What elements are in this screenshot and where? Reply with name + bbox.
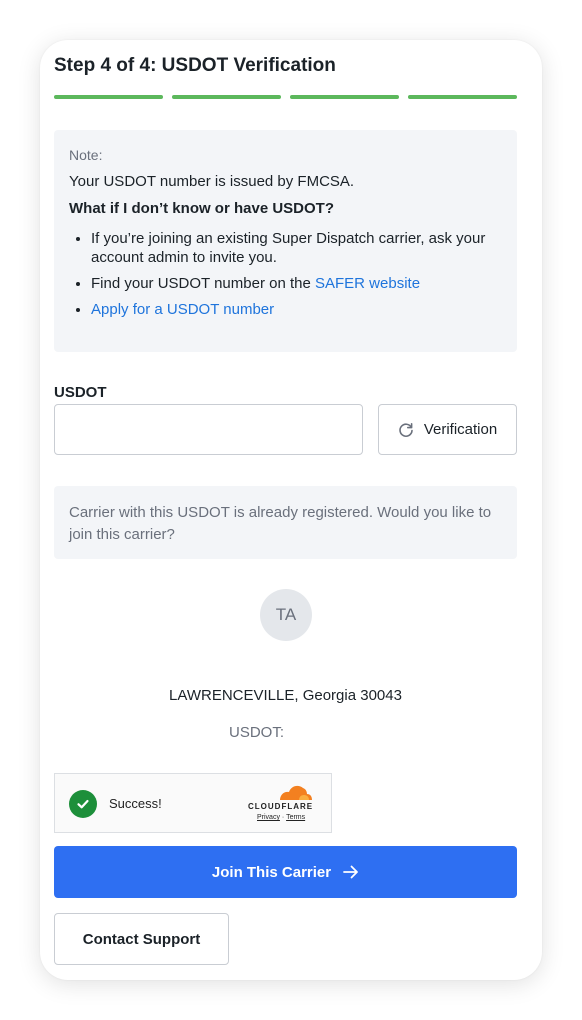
captcha-status: Success! [109,796,162,811]
carrier-location: LAWRENCEVILLE, Georgia 30043 [169,687,402,704]
cloudflare-captcha[interactable]: Success! CLOUDFLARE Privacy · Terms [54,773,332,833]
join-carrier-button[interactable]: Join This Carrier [54,846,517,898]
privacy-link[interactable]: Privacy [257,814,280,821]
progress-step-1 [54,95,163,99]
note-question: What if I don’t know or have USDOT? [69,200,334,217]
avatar: TA [260,589,312,641]
verification-button[interactable]: Verification [378,404,517,455]
note-bullet-apply: Apply for a USDOT number [91,300,502,319]
note-bullet-invite: If you’re joining an existing Super Disp… [91,229,502,267]
contact-support-button[interactable]: Contact Support [54,913,229,965]
verification-card: Step 4 of 4: USDOT Verification Note: Yo… [40,40,542,980]
progress-step-3 [290,95,399,99]
progress-bar [54,95,517,99]
progress-step-2 [172,95,281,99]
note-label: Note: [69,147,103,163]
terms-link[interactable]: Terms [286,814,305,821]
cloudflare-wordmark: CLOUDFLARE [248,802,314,811]
join-carrier-label: Join This Carrier [211,863,332,881]
already-registered-notice: Carrier with this USDOT is already regis… [54,486,517,559]
captcha-links: Privacy · Terms [257,814,305,821]
note-bullet-invite-text: If you’re joining an existing Super Disp… [91,230,486,266]
carrier-usdot: USDOT: [229,724,285,741]
usdot-input[interactable] [54,404,363,455]
cloudflare-logo-icon [280,785,312,800]
note-list: If you’re joining an existing Super Disp… [69,229,502,319]
note-bullet-safer: Find your USDOT number on the SAFER webs… [91,274,502,293]
check-circle-icon [69,790,97,818]
progress-step-4 [408,95,517,99]
safer-website-link[interactable]: SAFER website [315,275,420,292]
arrow-right-icon [343,865,358,879]
note-box: Note: Your USDOT number is issued by FMC… [54,130,517,352]
note-issued-by: Your USDOT number is issued by FMCSA. [69,173,355,190]
note-bullet-safer-text: Find your USDOT number on the [91,275,315,292]
usdot-label: USDOT [54,384,107,401]
refresh-icon [399,422,413,437]
links-separator: · [281,814,285,821]
verification-button-label: Verification [423,421,498,438]
page-title: Step 4 of 4: USDOT Verification [54,55,336,76]
apply-usdot-link[interactable]: Apply for a USDOT number [91,301,274,318]
